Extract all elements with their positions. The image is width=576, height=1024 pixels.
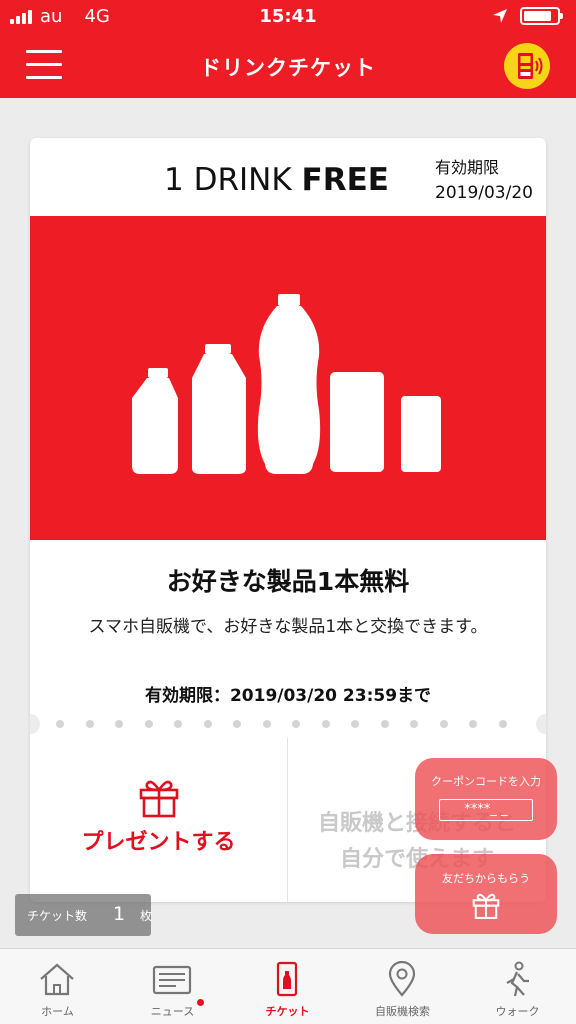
vending-machine-icon[interactable] bbox=[504, 43, 550, 89]
battery-icon bbox=[520, 7, 563, 25]
bottom-tab-bar: ホーム ニュース チケット 自販機検索 ウォーク bbox=[0, 948, 576, 1024]
tab-walk-label: ウォーク bbox=[495, 1005, 540, 1018]
location-arrow-icon bbox=[493, 9, 507, 23]
contour-bottle-icon bbox=[257, 294, 321, 474]
perforation-dot bbox=[56, 720, 64, 728]
tab-vending-search[interactable]: 自販機検索 bbox=[345, 949, 460, 1024]
receive-from-friend-button[interactable]: 友だちからもらう bbox=[415, 854, 557, 934]
tab-walk[interactable]: ウォーク bbox=[460, 949, 575, 1024]
expiry-block: 有効期限 2019/03/20 bbox=[435, 154, 533, 203]
perforation-dot bbox=[321, 720, 330, 728]
expiry-date: 2019/03/20 bbox=[435, 183, 533, 203]
product-title: お好きな製品1本無料 bbox=[166, 567, 410, 596]
ticket-icon bbox=[276, 961, 298, 997]
present-button[interactable]: プレゼントする bbox=[30, 738, 288, 902]
perforation-dot bbox=[498, 720, 507, 728]
product-description: スマホ自販機で、お好きな製品1本と交換できます。 bbox=[88, 617, 488, 637]
perforation-dot bbox=[144, 720, 153, 728]
ticket-count-badge: チケット数 1 枚 bbox=[15, 894, 153, 936]
valid-until: 有効期限：2019/03/20 23:59まで bbox=[144, 686, 432, 706]
perforation-dot bbox=[469, 720, 477, 728]
tab-ticket[interactable]: チケット bbox=[230, 949, 345, 1024]
headline-bold: FREE bbox=[301, 162, 389, 198]
perforation-dot bbox=[174, 720, 182, 728]
coupon-code-button[interactable]: クーポンコードを入力 ****_ _ bbox=[415, 758, 557, 840]
drinks-illustration bbox=[132, 294, 441, 474]
perforation-divider bbox=[30, 714, 546, 734]
headline-prefix: 1 DRINK bbox=[164, 162, 302, 198]
present-label: プレゼントする bbox=[81, 830, 236, 855]
perforation-dot bbox=[380, 720, 389, 728]
perforation-dot bbox=[351, 720, 359, 728]
map-pin-icon bbox=[388, 961, 416, 997]
drink-free-headline: 1 DRINK FREE bbox=[164, 162, 389, 198]
short-can-icon bbox=[401, 396, 441, 472]
coupon-label: クーポンコードを入力 bbox=[431, 775, 541, 788]
coupon-code-field: ****_ _ bbox=[439, 799, 533, 821]
perforation-dot bbox=[115, 720, 123, 728]
app-header: ドリンクチケット bbox=[0, 34, 576, 98]
medium-bottle-icon bbox=[192, 344, 246, 474]
gift-icon bbox=[472, 893, 500, 919]
perforation-dot bbox=[292, 720, 300, 728]
perforation-dot bbox=[439, 720, 448, 728]
ticket-header: 1 DRINK FREE 有効期限 2019/03/20 bbox=[30, 138, 546, 216]
ticket-count-label: チケット数 bbox=[27, 909, 88, 923]
home-icon bbox=[40, 963, 74, 996]
news-icon bbox=[152, 965, 192, 995]
tab-ticket-label: チケット bbox=[265, 1005, 310, 1018]
tab-home-label: ホーム bbox=[41, 1005, 74, 1018]
perforation-dot bbox=[203, 720, 212, 728]
small-bottle-icon bbox=[132, 368, 178, 474]
walk-icon bbox=[506, 961, 529, 997]
expiry-label: 有効期限 bbox=[435, 158, 500, 177]
page-title: ドリンクチケット bbox=[200, 56, 376, 80]
status-bar: au 4G 15:41 bbox=[0, 0, 576, 34]
ticket-count-value: 1 bbox=[112, 903, 126, 925]
perforation-dot bbox=[85, 720, 94, 728]
tab-vending-search-label: 自販機検索 bbox=[375, 1005, 430, 1018]
tab-news[interactable]: ニュース bbox=[115, 949, 230, 1024]
tab-news-label: ニュース bbox=[150, 1005, 195, 1018]
status-time: 15:41 bbox=[259, 6, 317, 27]
perforation-dot bbox=[262, 720, 271, 728]
gift-icon bbox=[139, 780, 179, 818]
product-banner bbox=[30, 216, 546, 540]
tab-home[interactable]: ホーム bbox=[0, 949, 115, 1024]
perforation-dot bbox=[410, 720, 418, 728]
tall-can-icon bbox=[330, 372, 384, 472]
perforation-dot bbox=[233, 720, 241, 728]
friend-label: 友だちからもらう bbox=[442, 872, 530, 885]
ticket-count-unit: 枚 bbox=[140, 909, 153, 923]
